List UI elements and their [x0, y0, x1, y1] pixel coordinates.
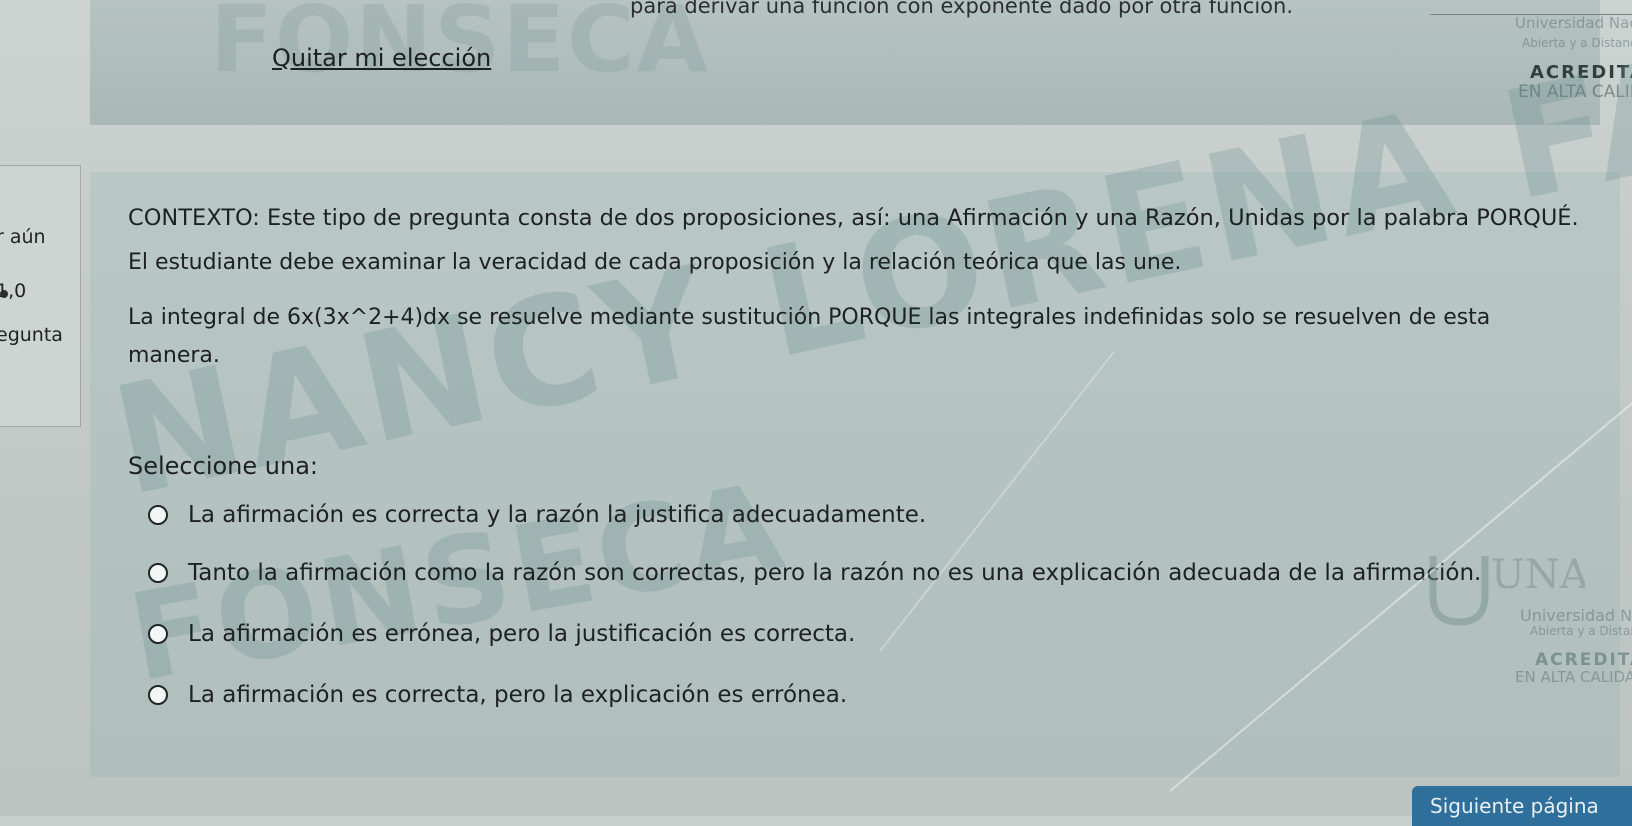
next-page-button[interactable]: Siguiente página — [1412, 786, 1632, 826]
question-context: CONTEXTO: Este tipo de pregunta consta d… — [128, 205, 1579, 231]
unad-logo-text: UNAD — [1491, 552, 1585, 598]
question-info-card: r aún 1,0 egunta — [0, 165, 81, 427]
radio-button[interactable] — [148, 505, 168, 525]
radio-button[interactable] — [148, 624, 168, 644]
question-status: r aún — [0, 226, 46, 248]
option-a[interactable]: La afirmación es correcta y la razón la … — [148, 502, 926, 528]
option-d[interactable]: La afirmación es correcta, pero la expli… — [148, 682, 847, 708]
unad-logo: UNAD — [1429, 552, 1585, 626]
previous-question-text: para derivar una función con exponente d… — [630, 0, 1294, 18]
bullet-icon — [0, 290, 8, 298]
progress-line — [1430, 0, 1632, 15]
select-one-label: Seleccione una: — [128, 452, 318, 480]
radio-button[interactable] — [148, 685, 168, 705]
seal-accredited-text-2: ACREDITADA — [1535, 650, 1632, 670]
question-label: egunta — [0, 324, 63, 346]
seal-quality-text-2: EN ALTA CALIDAD — [1515, 668, 1632, 686]
quiz-page: FONSECA para derivar una función con exp… — [0, 0, 1632, 826]
clear-choice-link[interactable]: Quitar mi elección — [272, 44, 491, 72]
radio-button[interactable] — [148, 563, 168, 583]
option-b[interactable]: Tanto la afirmación como la razón son co… — [148, 560, 1481, 586]
seal-university-text: Universidad Nacional — [1515, 14, 1632, 32]
option-label: La afirmación es correcta, pero la expli… — [188, 682, 848, 708]
option-label: La afirmación es errónea, pero la justif… — [188, 621, 856, 647]
option-label: La afirmación es correcta y la razón la … — [188, 502, 927, 528]
question-statement: La integral de 6x(3x^2+4)dx se resuelve … — [128, 305, 1491, 330]
question-statement-cont: manera. — [128, 343, 220, 368]
option-c[interactable]: La afirmación es errónea, pero la justif… — [148, 621, 855, 647]
question-instruction: El estudiante debe examinar la veracidad… — [128, 250, 1182, 275]
option-label: Tanto la afirmación como la razón son co… — [188, 560, 1482, 586]
